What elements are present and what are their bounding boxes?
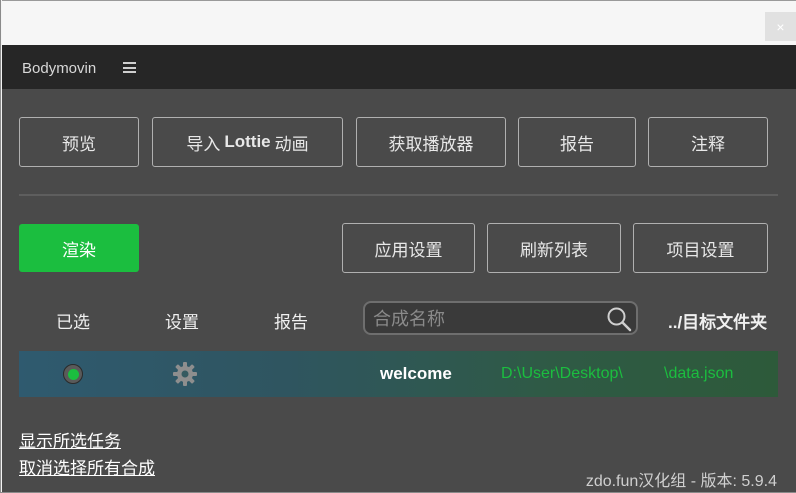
window-frame: × Bodymovin 预览 导入 Lottie 动画 获取播放器 报告 注释 [0, 0, 796, 493]
annotations-button[interactable]: 注释 [648, 117, 768, 167]
import-label-bold: Lottie [224, 132, 271, 151]
get-player-button[interactable]: 获取播放器 [356, 117, 506, 167]
panel-body: 预览 导入 Lottie 动画 获取播放器 报告 注释 渲染 应用设置 刷新列表… [2, 89, 796, 492]
destination-file[interactable]: \data.json [664, 365, 733, 383]
render-label: 渲染 [62, 240, 96, 260]
composition-search-box [363, 301, 638, 335]
get-player-label: 获取播放器 [388, 134, 474, 154]
refresh-list-button[interactable]: 刷新列表 [487, 223, 621, 273]
report-button[interactable]: 报告 [518, 117, 636, 167]
column-destination[interactable]: ../目标文件夹 [668, 308, 767, 333]
show-selected-link[interactable]: 显示所选任务 [19, 427, 121, 452]
composition-row: welcome D:\User\Desktop\ \data.json [19, 351, 778, 397]
preview-button-label: 预览 [62, 134, 96, 154]
import-label-prefix: 导入 [186, 134, 221, 154]
search-icon[interactable] [606, 306, 632, 332]
composition-select-radio[interactable] [63, 364, 83, 384]
destination-path[interactable]: D:\User\Desktop\ [501, 365, 623, 383]
deselect-all-link[interactable]: 取消选择所有合成 [19, 454, 155, 479]
close-icon: × [776, 18, 785, 35]
panel-header: Bodymovin [2, 45, 796, 89]
app-settings-button[interactable]: 应用设置 [342, 223, 475, 273]
render-button[interactable]: 渲染 [19, 224, 139, 272]
project-settings-button[interactable]: 项目设置 [633, 223, 768, 273]
project-settings-label: 项目设置 [666, 240, 735, 260]
report-label: 报告 [560, 134, 594, 154]
refresh-list-label: 刷新列表 [520, 240, 588, 260]
composition-name: welcome [380, 364, 452, 383]
hamburger-menu-icon[interactable] [123, 62, 136, 73]
import-label-suffix: 动画 [274, 134, 309, 154]
preview-button[interactable]: 预览 [19, 117, 139, 167]
column-selected: 已选 [56, 313, 90, 332]
window-close-button[interactable]: × [765, 12, 796, 41]
column-settings: 设置 [165, 313, 199, 332]
toolbar-divider [19, 194, 778, 196]
radio-selected-dot [67, 368, 79, 380]
column-report: 报告 [274, 313, 308, 332]
gear-icon[interactable] [172, 361, 198, 387]
composition-search-input[interactable] [371, 306, 605, 332]
panel-title: Bodymovin [22, 60, 97, 77]
version-label: zdo.fun汉化组 - 版本: 5.9.4 [585, 473, 777, 490]
app-settings-label: 应用设置 [374, 240, 443, 260]
import-lottie-button[interactable]: 导入 Lottie 动画 [152, 117, 343, 167]
window-titlebar: × [2, 0, 796, 46]
annotations-label: 注释 [691, 134, 725, 154]
